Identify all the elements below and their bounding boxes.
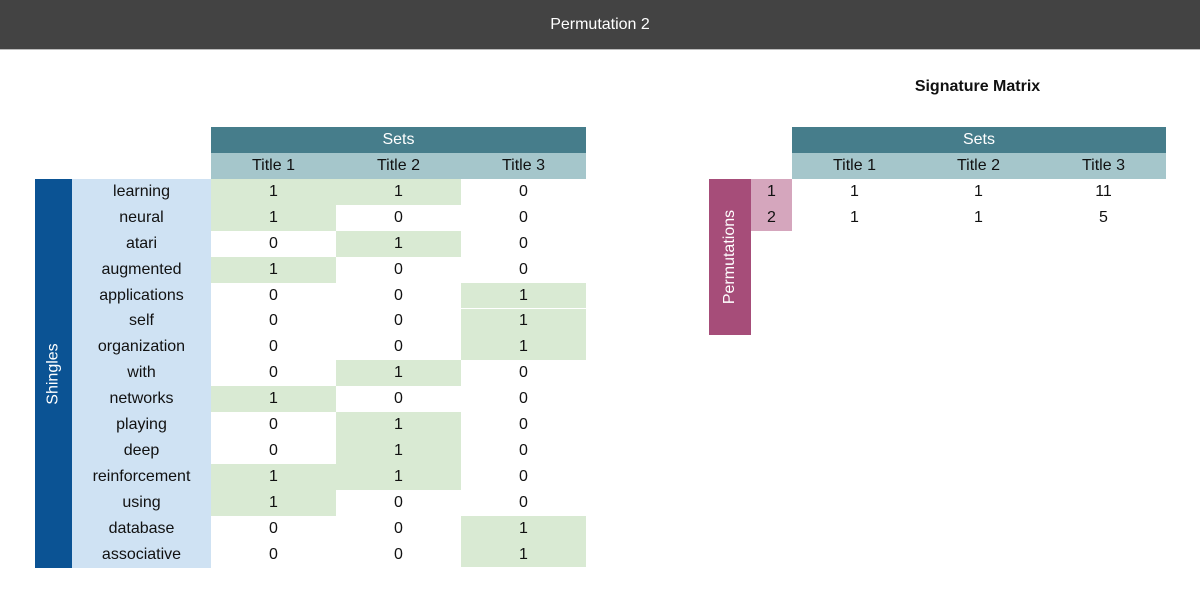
matrix-cell: 1 [211,463,336,490]
matrix-cell: 0 [394,493,403,511]
title-bar: Permutation 2 [0,0,1200,50]
matrix-cell: 1 [211,204,336,231]
matrix-cell: 0 [269,441,278,459]
shingle-label: deep [72,438,211,464]
matrix-cell: 1 [336,179,461,205]
matrix-cell: 0 [269,416,278,434]
shingle-label: database [72,515,211,542]
shingle-label: neural [72,204,211,231]
shingle-label: networks [72,386,211,413]
signature-column-header: Title 1 [792,153,917,179]
matrix-cell: 0 [394,286,403,304]
input-column-header: Title 2 [336,153,461,179]
signature-cell: 1 [850,183,859,200]
matrix-cell: 1 [336,438,461,464]
matrix-cell: 1 [211,256,336,283]
matrix-cell: 1 [211,386,336,413]
signature-sets-header: Sets [792,127,1166,153]
shingle-label: organization [72,334,211,361]
shingle-label: playing [72,412,211,438]
signature-cell: 1 [974,209,983,226]
matrix-cell: 0 [519,234,528,252]
matrix-cell: 1 [211,489,336,516]
matrix-cell: 0 [394,545,403,563]
matrix-cell: 0 [519,208,528,226]
shingle-label: self [72,308,211,335]
matrix-cell: 0 [519,182,528,200]
matrix-cell: 0 [519,416,528,434]
shingle-label: learning [72,179,211,205]
page-title: Permutation 2 [550,15,650,33]
shingle-label: associative [72,541,211,568]
input-column-header: Title 3 [461,153,586,179]
shingle-label: using [72,489,211,516]
matrix-cell: 1 [461,282,586,309]
matrix-cell: 0 [394,312,403,330]
shingle-label: applications [72,282,211,309]
signature-cell: 1 [850,209,859,226]
matrix-cell: 0 [269,286,278,304]
shingle-label: augmented [72,256,211,283]
shingle-label: atari [72,230,211,257]
matrix-cell: 1 [461,515,586,542]
matrix-cell: 0 [519,260,528,278]
signature-cell: 1 [974,183,983,200]
signature-column-header: Title 2 [916,153,1041,179]
input-column-header: Title 1 [211,153,336,179]
shingle-label: with [72,360,211,387]
matrix-cell: 1 [336,463,461,490]
matrix-cell: 1 [461,541,586,568]
matrix-cell: 0 [519,467,528,485]
matrix-cell: 1 [461,308,586,335]
matrix-cell: 0 [269,545,278,563]
input-sets-header: Sets [211,127,586,153]
matrix-cell: 0 [394,519,403,537]
signature-cell: 5 [1099,209,1108,226]
matrix-cell: 0 [519,390,528,408]
matrix-cell: 1 [336,230,461,257]
matrix-cell: 0 [394,208,403,226]
permutation-label: 1 [751,179,792,205]
matrix-cell: 0 [269,364,278,382]
matrix-cell: 1 [336,360,461,387]
matrix-cell: 0 [269,519,278,537]
matrix-cell: 0 [519,493,528,511]
shingle-label: reinforcement [72,463,211,490]
matrix-cell: 0 [394,338,403,356]
permutation-label: 2 [751,205,792,231]
matrix-cell: 1 [336,412,461,438]
permutations-axis-label: Permutations [709,179,751,335]
matrix-cell: 0 [394,260,403,278]
matrix-cell: 1 [211,179,336,205]
shingles-axis-label: Shingles [35,179,72,568]
matrix-cell: 0 [519,441,528,459]
matrix-cell: 1 [461,334,586,361]
signature-column-header: Title 3 [1041,153,1166,179]
matrix-cell: 0 [269,312,278,330]
signature-matrix-title: Signature Matrix [914,78,1041,95]
matrix-cell: 0 [394,390,403,408]
matrix-cell: 0 [269,234,278,252]
matrix-cell: 0 [269,338,278,356]
signature-cell: 11 [1095,183,1112,200]
matrix-cell: 0 [519,364,528,382]
